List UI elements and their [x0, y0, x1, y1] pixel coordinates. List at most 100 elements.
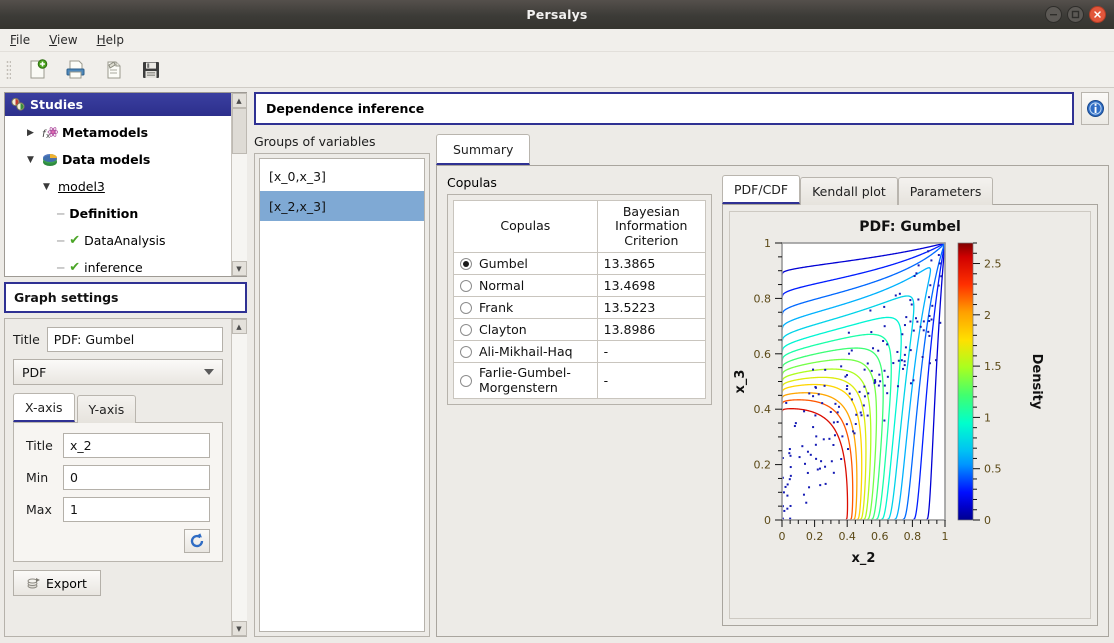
tree-item-inference[interactable]: ─ ✔ inference: [5, 254, 231, 276]
column-header-copulas: Copulas: [454, 201, 598, 253]
tab-parameters[interactable]: Parameters: [898, 177, 994, 205]
floppy-save-icon[interactable]: [136, 56, 166, 84]
radio-normal[interactable]: [460, 280, 472, 292]
new-document-icon[interactable]: [22, 56, 52, 84]
info-button[interactable]: [1081, 92, 1109, 125]
table-row[interactable]: Ali-Mikhail-Haq -: [454, 341, 706, 363]
tab-x-axis[interactable]: X-axis: [13, 393, 75, 422]
scroll-up-icon[interactable]: ▲: [232, 93, 247, 108]
table-row[interactable]: Clayton 13.8986: [454, 319, 706, 341]
tab-pdf-cdf[interactable]: PDF/CDF: [722, 175, 800, 204]
scroll-thumb[interactable]: [232, 108, 247, 154]
tab-summary[interactable]: Summary: [436, 134, 530, 165]
svg-text:0.8: 0.8: [754, 292, 772, 305]
axis-title-input[interactable]: x_2: [63, 433, 210, 458]
copulas-table-frame: Copulas Bayesian Information Criterion: [447, 194, 712, 405]
graph-settings-scrollbar[interactable]: ▲ ▼: [231, 319, 246, 636]
scroll-track[interactable]: [232, 108, 247, 261]
copula-cell[interactable]: Frank: [454, 297, 598, 319]
tab-kendall-plot[interactable]: Kendall plot: [800, 177, 898, 205]
svg-text:0.4: 0.4: [838, 530, 856, 543]
export-icon: [27, 576, 42, 590]
radio-gumbel[interactable]: [460, 258, 472, 270]
chart-title: PDF: Gumbel: [730, 219, 1090, 235]
table-row[interactable]: Frank 13.5223: [454, 297, 706, 319]
copula-cell[interactable]: Gumbel: [454, 253, 598, 275]
svg-text:1: 1: [942, 530, 949, 543]
import-document-icon[interactable]: [98, 56, 128, 84]
menu-file[interactable]: File: [10, 33, 30, 47]
metamodels-icon: f x: [42, 126, 58, 140]
copula-cell[interactable]: Ali-Mikhail-Haq: [454, 341, 598, 363]
refresh-button[interactable]: [184, 529, 210, 553]
open-folder-icon[interactable]: [60, 56, 90, 84]
tab-y-axis[interactable]: Y-axis: [77, 395, 137, 423]
studies-scrollbar[interactable]: ▲ ▼: [231, 93, 246, 276]
tree-item-definition[interactable]: ─ Definition: [5, 200, 231, 227]
graph-title-row: Title PDF: Gumbel: [13, 327, 223, 352]
table-row[interactable]: Gumbel 13.3865: [454, 253, 706, 275]
chevron-down-icon-model3[interactable]: ▼: [43, 182, 54, 192]
menu-view[interactable]: View: [49, 33, 77, 47]
svg-text:0.2: 0.2: [754, 459, 772, 472]
scroll-track[interactable]: [232, 334, 247, 621]
axis-max-input[interactable]: 1: [63, 497, 210, 522]
close-icon[interactable]: [1089, 6, 1106, 23]
copula-name-2: Frank: [479, 300, 513, 315]
table-header-row: Copulas Bayesian Information Criterion: [454, 201, 706, 253]
chevron-down-icon[interactable]: ▼: [27, 155, 38, 165]
scroll-down-icon[interactable]: ▼: [232, 261, 247, 276]
table-row[interactable]: Farlie-Gumbel-Morgenstern -: [454, 363, 706, 399]
toolbar: [0, 52, 1114, 88]
svg-text:Density: Density: [1029, 354, 1044, 410]
window-titlebar: Persalys: [0, 0, 1114, 29]
table-row[interactable]: Normal 13.4698: [454, 275, 706, 297]
graph-title-label: Title: [13, 332, 40, 347]
svg-text:0.8: 0.8: [904, 530, 922, 543]
axis-min-row: Min 0: [26, 465, 210, 490]
tree-label-data-models: Data models: [62, 152, 150, 167]
chevron-right-icon[interactable]: ▶: [27, 128, 38, 138]
copula-name-0: Gumbel: [479, 256, 528, 271]
plot-type-select[interactable]: PDF: [13, 359, 223, 385]
minimize-icon[interactable]: [1045, 6, 1062, 23]
export-button[interactable]: Export: [13, 570, 101, 596]
check-icon: ✔: [69, 233, 80, 248]
radio-ali-mikhail-haq[interactable]: [460, 346, 472, 358]
copula-cell[interactable]: Normal: [454, 275, 598, 297]
radio-frank[interactable]: [460, 302, 472, 314]
copula-cell[interactable]: Clayton: [454, 319, 598, 341]
tree-branch-line: ─: [57, 261, 64, 275]
tree-item-model3[interactable]: ▼ model3: [5, 173, 231, 200]
svg-text:2.5: 2.5: [984, 258, 1002, 271]
plot-tabs: PDF/CDF Kendall plot Parameters: [722, 175, 1098, 204]
window-title: Persalys: [526, 7, 587, 22]
column-header-bic: Bayesian Information Criterion: [597, 201, 705, 253]
copula-name-1: Normal: [479, 278, 524, 293]
copula-name-3: Clayton: [479, 322, 527, 337]
tree-item-metamodels[interactable]: ▶ f x Metamodels: [5, 119, 231, 146]
svg-text:0.4: 0.4: [754, 403, 772, 416]
scroll-up-icon[interactable]: ▲: [232, 319, 247, 334]
list-item-group-0[interactable]: [x_0,x_3]: [260, 161, 424, 191]
maximize-icon[interactable]: [1067, 6, 1084, 23]
export-button-label: Export: [46, 576, 87, 591]
toolbar-grip[interactable]: [6, 60, 11, 80]
svg-text:0: 0: [779, 530, 786, 543]
copula-cell[interactable]: Farlie-Gumbel-Morgenstern: [454, 363, 598, 399]
tree-item-dataanalysis[interactable]: ─ ✔ DataAnalysis: [5, 227, 231, 254]
axis-min-input[interactable]: 0: [63, 465, 210, 490]
bic-value-2: 13.5223: [597, 297, 705, 319]
tree-item-data-models[interactable]: ▼ Data models: [5, 146, 231, 173]
menu-help[interactable]: Help: [97, 33, 124, 47]
svg-text:2: 2: [984, 309, 991, 322]
scroll-down-icon[interactable]: ▼: [232, 621, 247, 636]
list-item-group-1[interactable]: [x_2,x_3]: [260, 191, 424, 221]
graph-title-input[interactable]: PDF: Gumbel: [47, 327, 223, 352]
graph-settings-title: Graph settings: [4, 282, 247, 313]
radio-clayton[interactable]: [460, 324, 472, 336]
groups-list[interactable]: [x_0,x_3] [x_2,x_3]: [259, 158, 425, 632]
refresh-icon: [189, 533, 205, 549]
radio-farlie-gumbel-morgenstern[interactable]: [460, 375, 472, 387]
groups-panel: Groups of variables [x_0,x_3] [x_2,x_3]: [254, 134, 430, 637]
